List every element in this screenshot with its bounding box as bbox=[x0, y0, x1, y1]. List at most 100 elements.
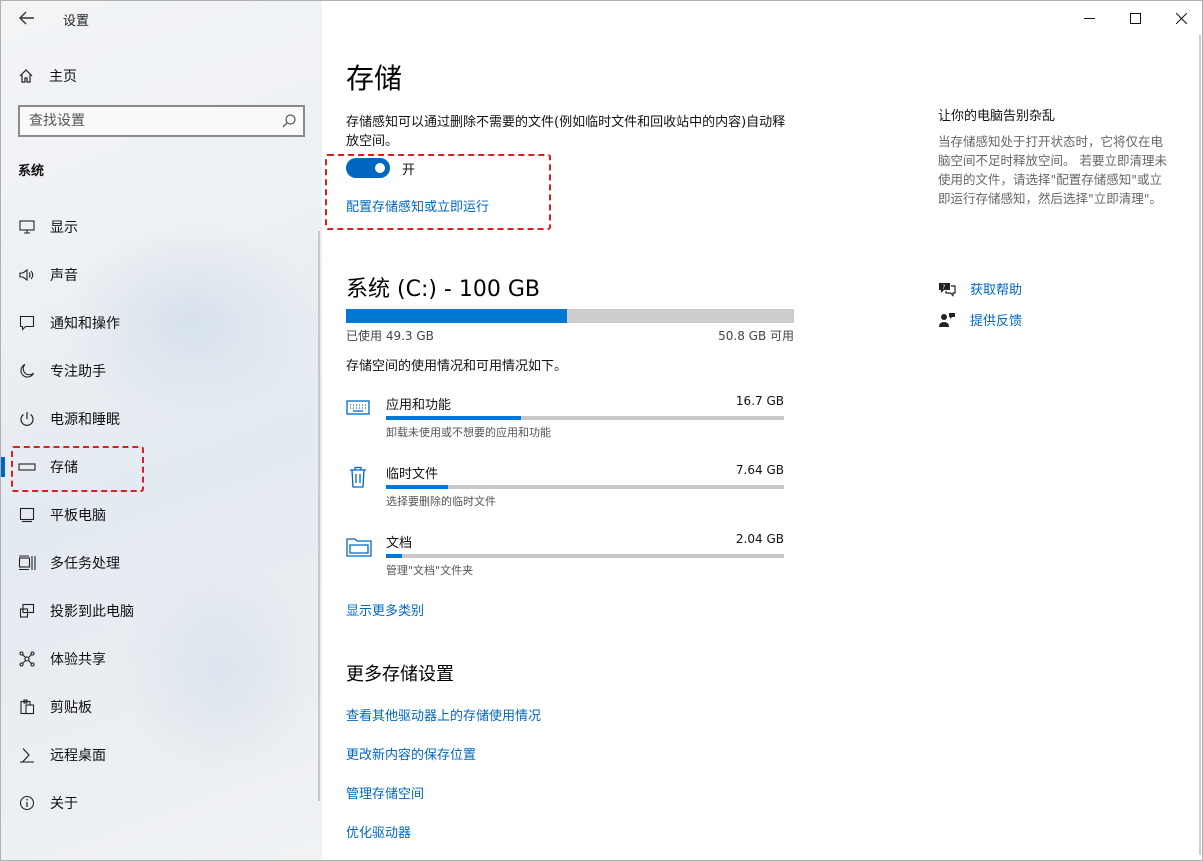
sidebar-item-label: 多任务处理 bbox=[50, 556, 120, 572]
storage-sense-toggle[interactable] bbox=[346, 158, 390, 178]
sidebar-item-focus-assist[interactable]: 专注助手 bbox=[1, 347, 322, 395]
sidebar-item-sound[interactable]: 声音 bbox=[1, 251, 322, 299]
optimize-drives-link[interactable]: 优化驱动器 bbox=[346, 822, 411, 841]
other-drives-usage-link[interactable]: 查看其他驱动器上的存储使用情况 bbox=[346, 705, 541, 724]
sidebar-item-shared-experiences[interactable]: 体验共享 bbox=[1, 635, 322, 683]
speaker-icon bbox=[18, 266, 36, 284]
notification-icon bbox=[18, 314, 36, 332]
sidebar-item-home[interactable]: 主页 bbox=[17, 63, 77, 89]
multitask-icon bbox=[18, 554, 36, 572]
category-bar bbox=[386, 416, 784, 420]
category-name: 文档 bbox=[386, 536, 413, 551]
sidebar-item-project[interactable]: 投影到此电脑 bbox=[1, 587, 322, 635]
sidebar-scrollbar[interactable] bbox=[318, 231, 320, 801]
sidebar-item-label: 主页 bbox=[49, 69, 77, 85]
category-apps[interactable]: 应用和功能 16.7 GB 卸载未使用或不想要的应用和功能 bbox=[346, 394, 786, 444]
related-title: 让你的电脑告别杂乱 bbox=[938, 109, 1056, 124]
sidebar-item-remote-desktop[interactable]: 远程桌面 bbox=[1, 731, 322, 779]
get-help-row[interactable]: ? 获取帮助 bbox=[938, 279, 1022, 298]
usage-description: 存储空间的使用情况和可用情况如下。 bbox=[346, 359, 568, 374]
keyboard-icon bbox=[346, 396, 370, 420]
category-size: 16.7 GB bbox=[735, 394, 784, 408]
more-storage-settings-title: 更多存储设置 bbox=[346, 664, 454, 685]
category-name: 临时文件 bbox=[386, 467, 439, 482]
sidebar-nav: 显示 声音 通知和操作 专注助手 电源和睡眠 存储 平板电脑 多任务处理 投影到… bbox=[1, 203, 322, 827]
titlebar: 设置 bbox=[1, 1, 322, 35]
drive-used-label: 已使用 49.3 GB bbox=[346, 329, 434, 343]
display-icon bbox=[18, 218, 36, 236]
sidebar-item-label: 投影到此电脑 bbox=[50, 604, 134, 620]
toggle-state-label: 开 bbox=[402, 162, 416, 178]
sidebar-item-display[interactable]: 显示 bbox=[1, 203, 322, 251]
sidebar-item-about[interactable]: 关于 bbox=[1, 779, 322, 827]
sidebar-item-label: 显示 bbox=[50, 220, 78, 236]
sidebar-item-tablet[interactable]: 平板电脑 bbox=[1, 491, 322, 539]
tablet-icon bbox=[18, 506, 36, 524]
change-save-location-link[interactable]: 更改新内容的保存位置 bbox=[346, 744, 476, 763]
configure-storage-sense-link[interactable]: 配置存储感知或立即运行 bbox=[346, 196, 489, 215]
sidebar-item-multitasking[interactable]: 多任务处理 bbox=[1, 539, 322, 587]
main-content: 存储 存储感知可以通过删除不需要的文件(例如临时文件和回收站中的内容)自动释放空… bbox=[322, 1, 1202, 860]
info-icon bbox=[18, 794, 36, 812]
storage-sense-description: 存储感知可以通过删除不需要的文件(例如临时文件和回收站中的内容)自动释放空间。 bbox=[346, 115, 786, 149]
section-label: 系统 bbox=[18, 164, 45, 179]
category-description: 管理"文档"文件夹 bbox=[386, 564, 474, 577]
storage-icon bbox=[18, 458, 36, 476]
sidebar-item-label: 专注助手 bbox=[50, 364, 106, 380]
sidebar-item-power[interactable]: 电源和睡眠 bbox=[1, 395, 322, 443]
give-feedback-row[interactable]: 提供反馈 bbox=[938, 310, 1022, 329]
category-documents[interactable]: 文档 2.04 GB 管理"文档"文件夹 bbox=[346, 532, 786, 582]
sidebar-item-label: 电源和睡眠 bbox=[50, 412, 120, 428]
folder-icon bbox=[346, 534, 372, 558]
category-bar bbox=[386, 554, 784, 558]
sidebar-item-label: 体验共享 bbox=[50, 652, 106, 668]
sidebar: 设置 主页 系统 显示 声音 通知 bbox=[1, 1, 322, 860]
sidebar-item-label: 剪贴板 bbox=[50, 700, 92, 716]
drive-free-label: 50.8 GB 可用 bbox=[718, 329, 794, 343]
sidebar-item-clipboard[interactable]: 剪贴板 bbox=[1, 683, 322, 731]
settings-window: 设置 主页 系统 显示 声音 通知 bbox=[0, 0, 1203, 861]
moon-icon bbox=[18, 362, 36, 380]
category-description: 选择要删除的临时文件 bbox=[386, 495, 496, 508]
sidebar-item-label: 远程桌面 bbox=[50, 748, 106, 764]
page-title: 存储 bbox=[346, 62, 403, 95]
category-temp-files[interactable]: 临时文件 7.64 GB 选择要删除的临时文件 bbox=[346, 463, 786, 513]
drive-title: 系统 (C:) - 100 GB bbox=[346, 277, 540, 302]
clipboard-icon bbox=[18, 698, 36, 716]
svg-text:?: ? bbox=[942, 284, 945, 291]
sidebar-item-label: 存储 bbox=[50, 460, 78, 476]
search-box[interactable] bbox=[18, 105, 305, 137]
category-size: 7.64 GB bbox=[735, 463, 784, 477]
search-icon[interactable] bbox=[281, 113, 297, 129]
manage-storage-spaces-link[interactable]: 管理存储空间 bbox=[346, 783, 424, 802]
main-scrollbar[interactable] bbox=[1199, 35, 1201, 855]
give-feedback-link[interactable]: 提供反馈 bbox=[970, 310, 1022, 329]
minimize-icon bbox=[1083, 17, 1095, 19]
sidebar-item-storage[interactable]: 存储 bbox=[1, 443, 322, 491]
sidebar-item-notifications[interactable]: 通知和操作 bbox=[1, 299, 322, 347]
related-description: 当存储感知处于打开状态时，它将仅在电脑空间不足时释放空间。 若要立即清理未使用的… bbox=[938, 134, 1167, 206]
get-help-link[interactable]: 获取帮助 bbox=[970, 279, 1022, 298]
storage-sense-toggle-row: 开 bbox=[346, 158, 415, 178]
project-icon bbox=[18, 602, 36, 620]
search-input[interactable] bbox=[20, 107, 270, 135]
back-button[interactable] bbox=[13, 7, 41, 29]
help-chat-icon: ? bbox=[938, 280, 956, 298]
sidebar-item-label: 声音 bbox=[50, 268, 78, 284]
caption-buttons bbox=[1066, 1, 1202, 35]
drive-usage-bar[interactable] bbox=[346, 309, 794, 323]
sidebar-item-label: 平板电脑 bbox=[50, 508, 106, 524]
category-bar bbox=[386, 485, 784, 489]
sidebar-item-label: 通知和操作 bbox=[50, 316, 120, 332]
home-icon bbox=[17, 67, 35, 85]
maximize-button[interactable] bbox=[1112, 1, 1158, 35]
category-description: 卸载未使用或不想要的应用和功能 bbox=[386, 426, 551, 439]
maximize-icon bbox=[1129, 12, 1141, 24]
show-more-categories-link[interactable]: 显示更多类别 bbox=[346, 600, 424, 619]
close-button[interactable] bbox=[1158, 1, 1202, 35]
minimize-button[interactable] bbox=[1066, 1, 1112, 35]
category-size: 2.04 GB bbox=[735, 532, 784, 546]
app-title: 设置 bbox=[63, 14, 90, 29]
trash-icon bbox=[346, 465, 370, 489]
sidebar-item-label: 关于 bbox=[50, 796, 78, 812]
